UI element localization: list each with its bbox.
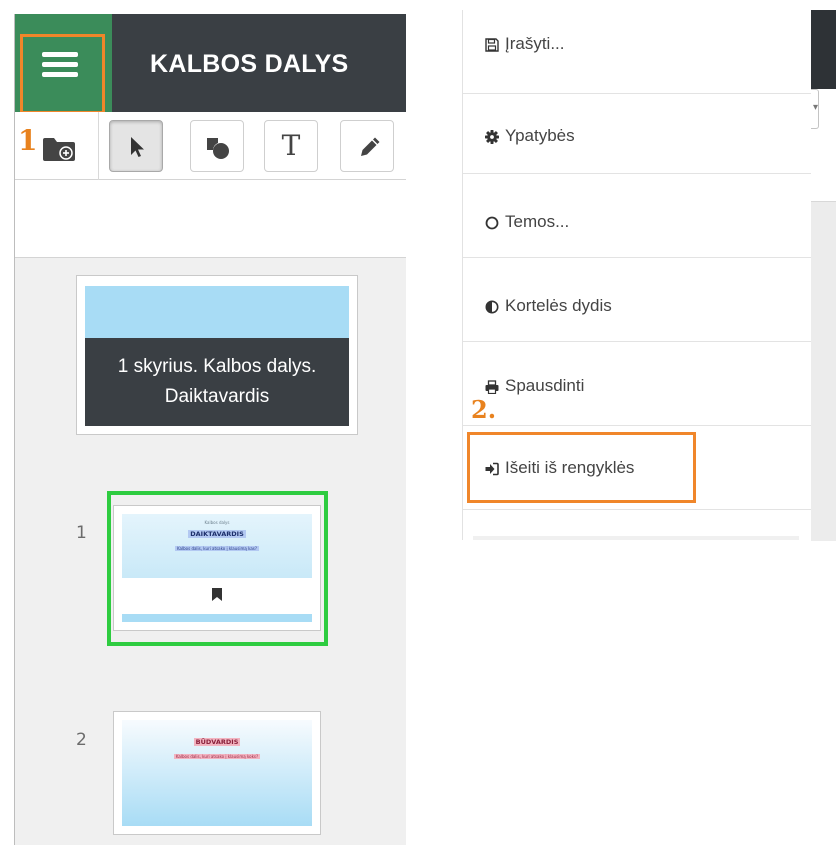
text-tool-label: T — [281, 129, 301, 162]
annotation-step-2: 2. — [471, 395, 497, 424]
chapter-card[interactable]: 1 skyrius. Kalbos dalys. Daiktavardis — [76, 275, 358, 435]
slide-2-text: Kalbos dalis, kuri atsako į klausimą kok… — [173, 754, 261, 759]
editor-edge-strip: ▾ — [811, 10, 836, 541]
editor-toolbar: 1 T — [14, 112, 406, 180]
pencil-icon — [361, 137, 380, 156]
panel-body-edge — [811, 201, 836, 541]
chapter-card-title: 1 skyrius. Kalbos dalys. Daiktavardis — [85, 338, 349, 426]
slide-1-text: Kalbos dalis, kuri atsako į klausimą kas… — [174, 546, 259, 551]
main-menu: Įrašyti... Ypatybės Temos... Kortelės dy… — [463, 10, 811, 540]
slide-1-title: DAIKTAVARDIS — [188, 530, 246, 538]
slide-thumbnail-1[interactable]: Kalbos dalys DAIKTAVARDIS Kalbos dalis, … — [113, 505, 321, 631]
slide-number: 1 — [76, 523, 87, 543]
slide-thumbnail-2[interactable]: BŪDVARDIS Kalbos dalis, kuri atsako į kl… — [113, 711, 321, 835]
header-edge — [811, 10, 836, 89]
slide-2-title: BŪDVARDIS — [193, 738, 241, 746]
toolbar-divider — [98, 112, 99, 180]
editor-header: KALBOS DALYS — [14, 14, 406, 114]
shapes-tool-button[interactable] — [190, 120, 244, 172]
menu-item-themes[interactable]: Temos... — [463, 174, 811, 258]
properties-panel-edge: ▾ — [811, 89, 836, 541]
print-icon — [485, 380, 499, 394]
slide-number: 2 — [76, 730, 87, 750]
menu-item-save-label: Įrašyti... — [505, 34, 565, 53]
slide-1-header-area: Kalbos dalys DAIKTAVARDIS Kalbos dalis, … — [122, 514, 312, 578]
shapes-icon — [207, 138, 229, 159]
search-bar-area[interactable] — [14, 180, 406, 258]
menu-item-card-size-label: Kortelės dydis — [505, 296, 612, 315]
text-tool-button[interactable]: T — [264, 120, 318, 172]
menu-item-properties[interactable]: Ypatybės — [463, 90, 811, 174]
select-tool-button[interactable] — [109, 120, 163, 172]
menu-item-partial — [463, 514, 811, 540]
menu-item-themes-label: Temos... — [505, 212, 570, 231]
panel-border — [14, 14, 15, 845]
slide-1-subtitle: Kalbos dalys — [204, 520, 230, 525]
draw-tool-button[interactable] — [340, 120, 394, 172]
menu-item-card-size[interactable]: Kortelės dydis — [463, 258, 811, 342]
menu-item-print[interactable]: Spausdinti — [463, 342, 811, 426]
slide-1-footer-strip — [122, 614, 312, 622]
hamburger-icon[interactable] — [42, 52, 78, 78]
half-circle-icon — [485, 300, 499, 314]
circle-icon — [485, 216, 499, 230]
bookmark-icon — [212, 588, 222, 601]
slide-2-background: BŪDVARDIS Kalbos dalis, kuri atsako į kl… — [122, 720, 312, 826]
exit-highlight-frame — [467, 432, 696, 503]
chapter-card-image — [85, 286, 349, 338]
save-icon — [485, 38, 499, 52]
chevron-down-icon: ▾ — [813, 102, 819, 113]
annotation-step-1: 1 — [18, 124, 38, 157]
editor-panel: KALBOS DALYS 1 T 1 skyrius. Kalbos dalys… — [14, 14, 406, 845]
gear-icon — [485, 130, 499, 144]
dropdown-edge[interactable]: ▾ — [811, 89, 819, 129]
menu-item-properties-label: Ypatybės — [505, 126, 575, 145]
folder-plus-icon[interactable] — [42, 136, 76, 162]
menu-item-print-label: Spausdinti — [505, 376, 585, 395]
page-title: KALBOS DALYS — [150, 50, 349, 78]
menu-item-save[interactable]: Įrašyti... — [463, 10, 811, 94]
pointer-icon — [131, 137, 144, 157]
